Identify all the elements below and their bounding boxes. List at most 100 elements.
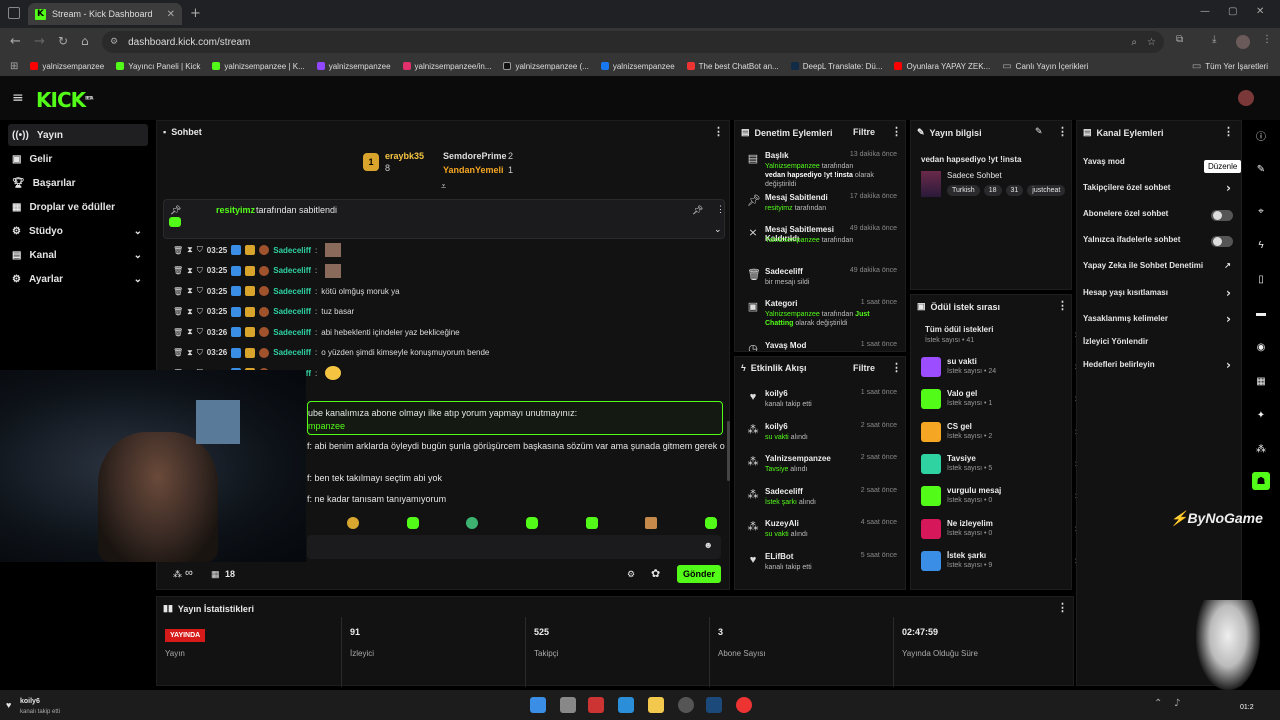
reward-item[interactable]: İstek şarkıİstek sayısı • 9› — [921, 549, 1079, 573]
tab-search-icon[interactable] — [8, 7, 20, 19]
chat-menu-icon[interactable]: ⋮ — [713, 125, 724, 138]
reload-icon[interactable]: ↻ — [58, 34, 68, 48]
activity-user[interactable]: KuzeyAli — [765, 519, 855, 528]
collapse-icon[interactable]: ⩡ — [441, 181, 446, 192]
windows-start-icon[interactable] — [530, 697, 546, 713]
channel-action-item[interactable]: Hesap yaşı kısıtlaması › — [1083, 286, 1243, 306]
activity-user[interactable]: Sadeceliff — [765, 487, 855, 496]
emote-icon[interactable] — [525, 517, 538, 529]
mod-menu-icon[interactable]: ⋮ — [891, 125, 902, 138]
browser-menu-icon[interactable]: ⋮ — [1262, 34, 1272, 45]
file-explorer-icon[interactable] — [648, 697, 664, 713]
site-info-icon[interactable]: ⚙ — [110, 37, 118, 47]
task-view-icon[interactable] — [560, 697, 576, 713]
close-tab-icon[interactable]: ✕ — [167, 9, 175, 20]
stream-info-menu-icon[interactable]: ⋮ — [1057, 125, 1068, 138]
timeout-icon[interactable]: ⧗ — [187, 245, 193, 255]
message-user[interactable]: Sadeceliff — [273, 246, 311, 255]
sidebar-item-studyo[interactable]: ⚙ Stüdyo ⌄ — [8, 220, 148, 242]
apps-icon[interactable]: ⊞ — [10, 61, 18, 72]
channel-action-item[interactable]: Yasaklanmış kelimeler › — [1083, 312, 1243, 332]
microphone-icon[interactable]: ♪ — [1174, 698, 1180, 709]
user-avatar[interactable] — [1238, 90, 1254, 106]
message-user[interactable]: Sadeceliff — [273, 307, 311, 316]
sidebar-item-gelir[interactable]: ▣ Gelir — [8, 148, 148, 170]
app-icon[interactable] — [618, 697, 634, 713]
category-name[interactable]: Sadece Sohbet — [947, 171, 1002, 180]
channel-action-item[interactable]: Abonelere özel sohbet — [1083, 209, 1243, 227]
minimize-icon[interactable]: — — [1200, 6, 1210, 17]
channel-actions-menu-icon[interactable]: ⋮ — [1223, 125, 1234, 138]
kick-logo[interactable]: KICKBETA — [36, 88, 93, 112]
emote-icon[interactable] — [406, 517, 419, 529]
sidebar-item-yayin[interactable]: ((•)) Yayın — [8, 124, 148, 146]
sidebar-item-basarilar[interactable]: 🏆︎ Başarılar — [8, 172, 148, 194]
hamburger-menu-icon[interactable]: ≡ — [12, 90, 24, 106]
chatbot-icon[interactable]: ✿ — [651, 567, 660, 580]
bot-icon[interactable]: ☗ — [1252, 472, 1270, 490]
broadcast-icon[interactable]: ◉ — [1252, 338, 1270, 356]
back-icon[interactable]: ← — [10, 34, 21, 49]
reward-item[interactable]: su vaktiİstek sayısı • 24› — [921, 355, 1079, 379]
clock[interactable]: 01:2 — [1240, 704, 1254, 711]
stats-menu-icon[interactable]: ⋮ — [1057, 601, 1068, 614]
all-bookmarks[interactable]: ▭ Tüm Yer İşaretleri — [1192, 61, 1280, 72]
extensions-icon[interactable]: ⧉ — [1176, 34, 1183, 45]
channel-action-item[interactable]: İzleyici Yönlendir — [1083, 337, 1243, 355]
delete-icon[interactable]: 🗑︎ — [173, 328, 183, 337]
chat-input[interactable]: ☻ — [307, 535, 721, 559]
leader-first-name[interactable]: eraybk35 — [385, 151, 424, 161]
chat-scrollbar[interactable] — [727, 421, 730, 481]
activity-user[interactable]: Yalnizsempanzee — [765, 454, 855, 463]
channel-action-item[interactable]: Yapay Zeka ile Sohbet Denetimi ↗ — [1083, 261, 1243, 279]
bookmark-item[interactable]: yalnizsempanzee — [600, 62, 675, 71]
timeout-icon[interactable]: ⧗ — [187, 327, 193, 337]
chat-settings-icon[interactable]: ⚙ — [627, 569, 635, 580]
timeout-icon[interactable]: ⧗ — [187, 348, 193, 358]
bookmark-folder[interactable]: ▭ Canlı Yayın İçerikleri — [1002, 61, 1088, 72]
pinned-menu-icon[interactable]: ⋮ — [716, 204, 725, 215]
calendar-icon[interactable]: ▦ — [1252, 372, 1270, 390]
timeout-icon[interactable]: ⧗ — [187, 286, 193, 296]
wrench-icon[interactable]: ✦ — [1252, 406, 1270, 424]
bookmark-item[interactable]: yalnizsempanzee (... — [503, 62, 589, 71]
emoji-picker-icon[interactable]: ☻ — [704, 540, 713, 550]
steam-icon[interactable] — [706, 697, 722, 713]
card-icon[interactable]: ▯ — [1252, 270, 1270, 288]
all-rewards-item[interactable]: Tüm ödül istekleri İstek sayısı • 41 › — [921, 323, 1079, 347]
delete-icon[interactable]: 🗑︎ — [173, 307, 183, 316]
emote-icon[interactable] — [704, 517, 717, 529]
reward-item[interactable]: Valo gelİstek sayısı • 1› — [921, 387, 1079, 411]
bookmark-item[interactable]: yalnizsempanzee — [30, 62, 104, 71]
bookmark-item[interactable]: The best ChatBot an... — [686, 62, 779, 71]
toggle-switch[interactable] — [1211, 236, 1233, 247]
chrome-icon[interactable] — [736, 697, 752, 713]
channel-action-item[interactable]: Takipçilere özel sohbet › — [1083, 181, 1243, 201]
chat-bubble-icon[interactable]: ▬ — [1252, 304, 1270, 322]
activity-user[interactable]: koily6 — [765, 389, 855, 398]
reward-item[interactable]: CS gelİstek sayısı • 2› — [921, 420, 1079, 444]
activity-menu-icon[interactable]: ⋮ — [891, 361, 902, 374]
reward-item[interactable]: Tavsiyeİstek sayısı • 5› — [921, 452, 1079, 476]
expand-pinned-icon[interactable]: ⌄ — [714, 224, 722, 235]
activity-user[interactable]: ELifBot — [765, 552, 855, 561]
maximize-icon[interactable]: ▢ — [1228, 6, 1237, 17]
reward-item[interactable]: vurgulu mesajİstek sayısı • 0› — [921, 484, 1079, 508]
timeout-icon[interactable]: ⧗ — [187, 266, 193, 276]
mod-filter-button[interactable]: Filtre — [853, 127, 875, 137]
toggle-switch[interactable] — [1211, 210, 1233, 221]
home-icon[interactable]: ⌂ — [81, 34, 89, 48]
forward-icon[interactable]: → — [34, 34, 45, 49]
message-user[interactable]: Sadeceliff — [273, 328, 311, 337]
channel-action-item[interactable]: Hedefleri belirleyin › — [1083, 358, 1243, 378]
bolt-icon[interactable]: ϟ — [1252, 236, 1270, 254]
leader-third-name[interactable]: YandanYemeli — [443, 165, 504, 175]
delete-icon[interactable]: 🗑︎ — [173, 266, 183, 275]
emote-icon[interactable] — [347, 517, 359, 529]
window-close-icon[interactable]: ✕ — [1256, 6, 1264, 17]
pinned-by-user[interactable]: resityimz — [216, 205, 255, 215]
bookmark-item[interactable]: yalnizsempanzee — [316, 62, 391, 71]
message-user[interactable]: Sadeceliff — [273, 348, 311, 357]
download-icon[interactable]: ⤓ — [1212, 34, 1216, 45]
browser-tab[interactable]: K Stream - Kick Dashboard ✕ — [28, 3, 182, 25]
